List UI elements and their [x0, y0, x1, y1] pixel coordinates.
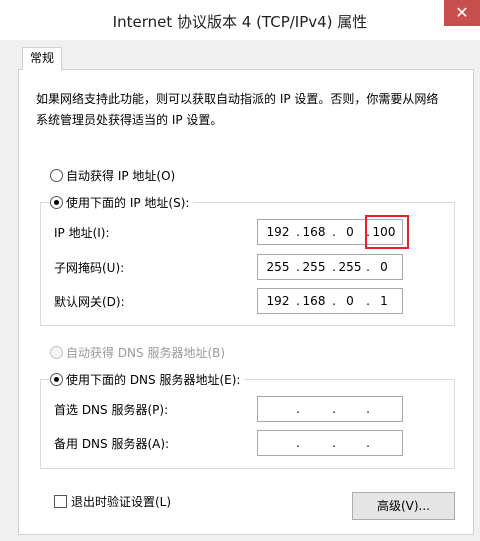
auto-ip-label: 自动获得 IP 地址(O) [66, 168, 176, 183]
ip-octet: 168 [302, 225, 326, 239]
ip-dot: . [366, 436, 370, 450]
radio-disabled-icon [50, 345, 63, 359]
ip-octet: 192 [266, 225, 290, 239]
manual-ip-label: 使用下面的 IP 地址(S): [66, 195, 190, 210]
default-gateway-label: 默认网关(D): [54, 295, 125, 309]
ip-dot: . [332, 436, 336, 450]
subnet-mask-input[interactable]: 255 . 255 . 255 . 0 [257, 254, 403, 280]
radio-checked-icon [50, 195, 63, 209]
radio-checked-icon [50, 372, 63, 386]
advanced-button[interactable]: 高级(V)... [352, 492, 455, 520]
tab-general[interactable]: 常规 [22, 47, 62, 70]
preferred-dns-input[interactable]: . . . [257, 396, 403, 422]
checkbox-icon [54, 495, 67, 508]
ip-octet: 0 [346, 294, 354, 308]
manual-ip-radio[interactable]: 使用下面的 IP 地址(S): [50, 193, 194, 211]
auto-ip-radio[interactable]: 自动获得 IP 地址(O) [50, 166, 180, 184]
validate-on-exit-checkbox[interactable]: 退出时验证设置(L) [54, 493, 171, 510]
ip-octet: 0 [380, 260, 388, 274]
preferred-dns-label: 首选 DNS 服务器(P): [54, 403, 169, 417]
ip-address-label: IP 地址(I): [54, 226, 110, 240]
validate-on-exit-label: 退出时验证设置(L) [71, 495, 172, 509]
title-bar: Internet 协议版本 4 (TCP/IPv4) 属性 ✕ [0, 0, 480, 40]
ip-dot: . [296, 402, 300, 416]
auto-dns-label: 自动获得 DNS 服务器地址(B) [66, 345, 226, 360]
alternate-dns-label: 备用 DNS 服务器(A): [54, 437, 170, 451]
ip-octet: 255 [302, 260, 326, 274]
subnet-mask-label: 子网掩码(U): [54, 261, 125, 275]
auto-dns-radio[interactable]: 自动获得 DNS 服务器地址(B) [50, 343, 230, 361]
window-title: Internet 协议版本 4 (TCP/IPv4) 属性 [112, 13, 368, 31]
alternate-dns-input[interactable]: . . . [257, 430, 403, 456]
ip-octet: 255 [266, 260, 290, 274]
manual-dns-radio[interactable]: 使用下面的 DNS 服务器地址(E): [50, 370, 245, 388]
highlight-box [365, 215, 409, 249]
close-button[interactable]: ✕ [444, 0, 480, 26]
ip-dot: . [296, 436, 300, 450]
manual-dns-label: 使用下面的 DNS 服务器地址(E): [66, 372, 241, 387]
ip-octet: 168 [302, 294, 326, 308]
ip-dot: . [366, 402, 370, 416]
ip-dot: . [332, 402, 336, 416]
ip-octet: 1 [380, 294, 388, 308]
close-icon: ✕ [455, 3, 469, 22]
radio-icon [50, 168, 63, 182]
description-text: 如果网络支持此功能，则可以获取自动指派的 IP 设置。否则，你需要从网络系统管理… [36, 92, 439, 127]
default-gateway-input[interactable]: 192 . 168 . 0 . 1 [257, 288, 403, 314]
ip-octet: 255 [338, 260, 362, 274]
ip-octet: 0 [346, 225, 354, 239]
ip-octet: 192 [266, 294, 290, 308]
